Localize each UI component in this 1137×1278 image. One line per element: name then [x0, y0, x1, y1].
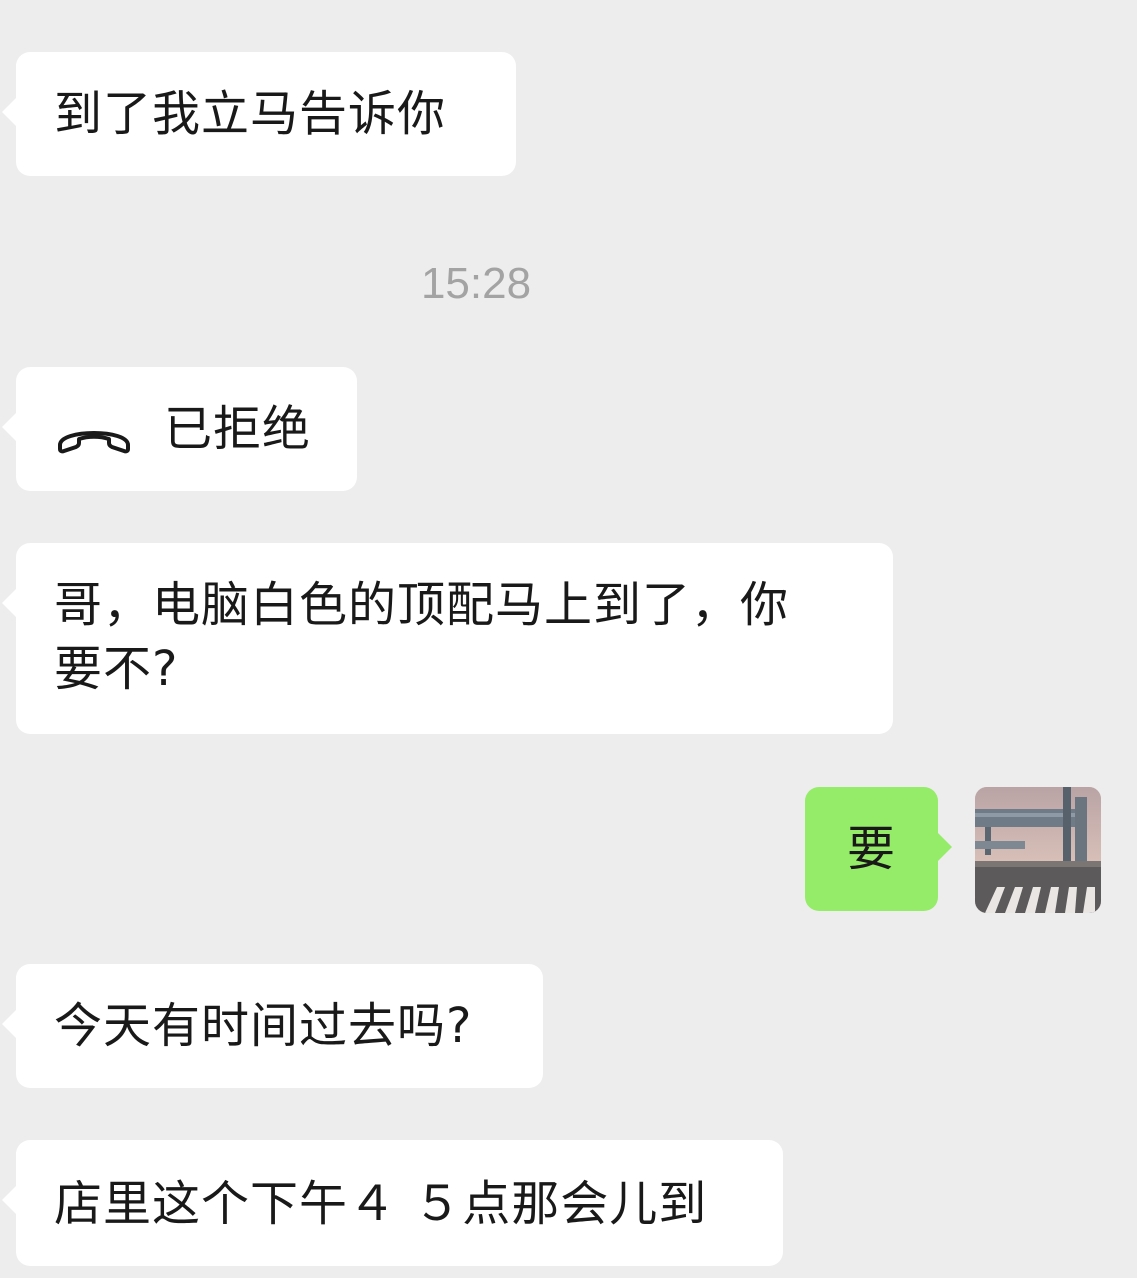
message-text: 到了我立马告诉你: [54, 86, 447, 142]
message-bubble-incoming[interactable]: 哥，电脑白色的顶配马上到了，你 要不?: [2, 543, 893, 734]
message-text: 要: [846, 821, 896, 877]
call-status-text: 已拒绝: [164, 401, 312, 457]
message-bubble-incoming[interactable]: 店里这个下午４ ５点那会儿到: [2, 1140, 783, 1266]
message-timestamp: 15:28: [420, 259, 532, 308]
message-bubble-incoming[interactable]: 今天有时间过去吗?: [2, 964, 543, 1088]
call-record-bubble[interactable]: 已拒绝: [2, 367, 357, 491]
phone-hangup-icon: [54, 409, 134, 454]
message-text-line-2: 要不?: [54, 641, 179, 697]
message-bubble-outgoing[interactable]: 要: [805, 787, 952, 911]
user-avatar[interactable]: [975, 787, 1101, 913]
message-bubble-incoming[interactable]: 到了我立马告诉你: [2, 52, 516, 176]
chat-message-list[interactable]: 到了我立马告诉你 15:28 已拒绝 哥，电脑白色的顶配马上到了，你 要不? 要: [0, 0, 1137, 1278]
message-text: 今天有时间过去吗?: [54, 998, 473, 1054]
message-text-line-1: 哥，电脑白色的顶配马上到了，你: [54, 577, 790, 633]
message-text: 店里这个下午４ ５点那会儿到: [54, 1176, 708, 1232]
